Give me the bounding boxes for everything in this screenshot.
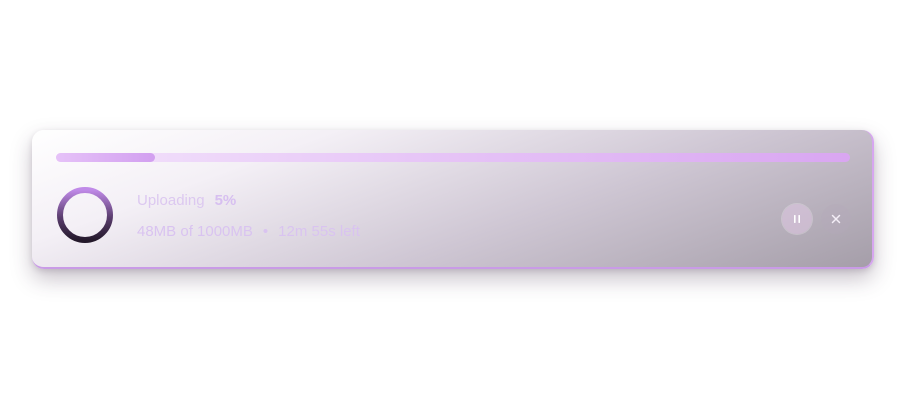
upload-details: 48MB of 1000MB • 12m 55s left <box>137 223 360 240</box>
progress-fill <box>56 153 156 162</box>
close-icon <box>831 214 841 224</box>
percent-label: 5% <box>214 192 237 209</box>
upload-status: Uploading 5% <box>137 192 236 209</box>
pause-icon <box>794 215 800 223</box>
cancel-button[interactable] <box>821 204 851 234</box>
progress-track <box>56 153 850 162</box>
pause-button[interactable] <box>782 204 812 234</box>
separator-dot: • <box>262 223 269 240</box>
upload-progress-card: Uploading 5% 48MB of 1000MB • 12m 55s left <box>32 130 874 269</box>
time-remaining: 12m 55s left <box>278 223 360 240</box>
progress-ring-icon <box>55 185 115 245</box>
transferred-size: 48MB of 1000MB <box>137 223 253 240</box>
status-label: Uploading <box>137 192 205 209</box>
